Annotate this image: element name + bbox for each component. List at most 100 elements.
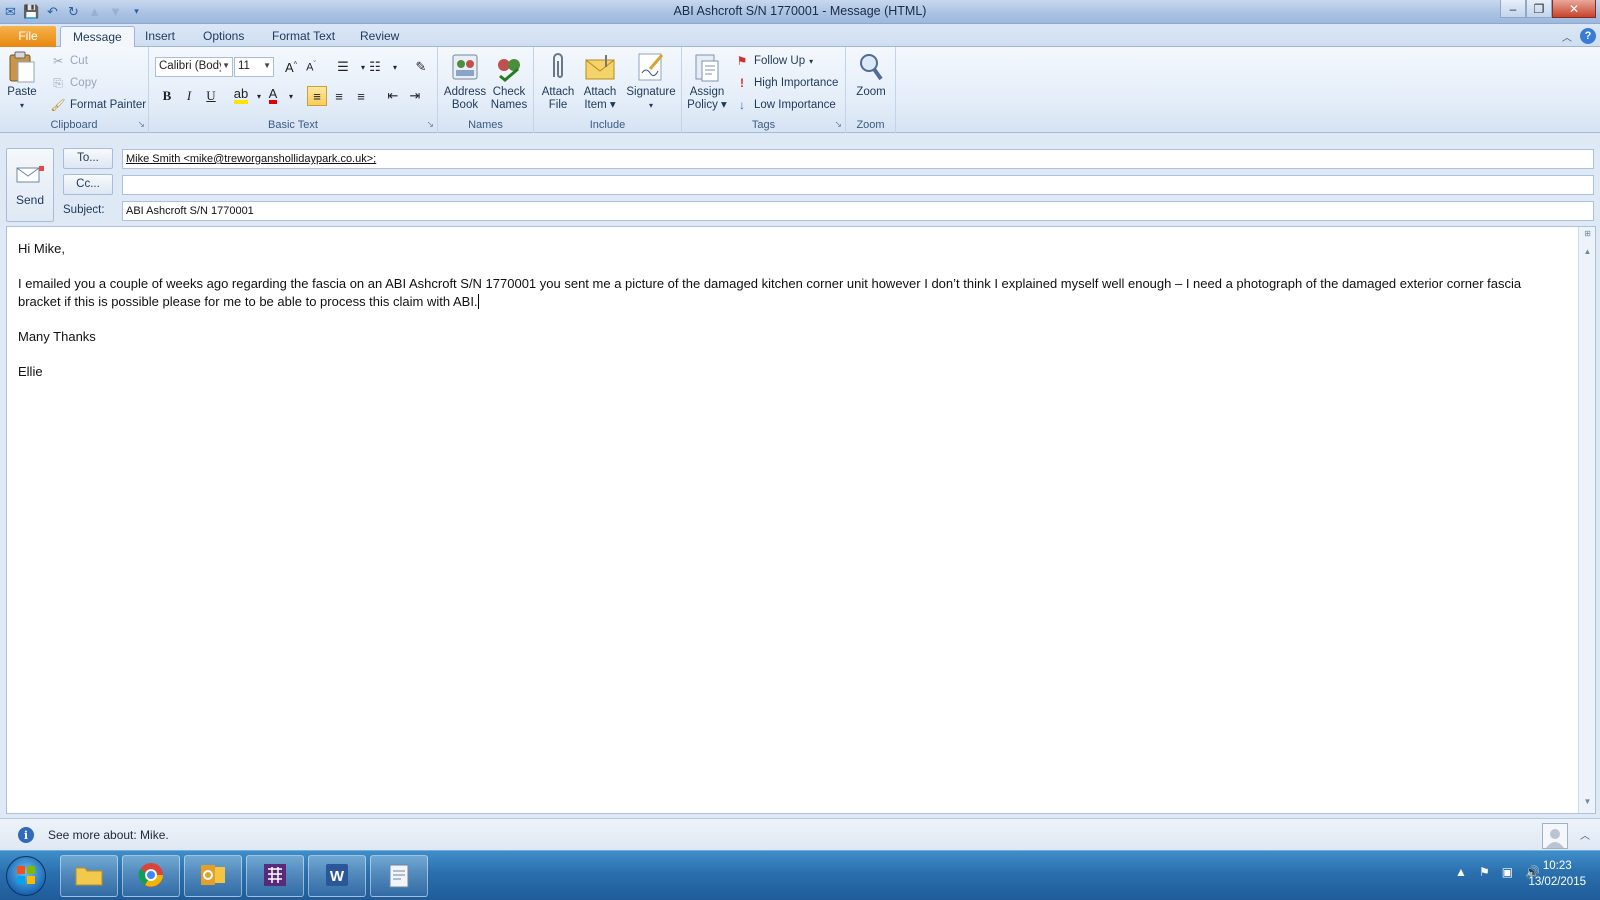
windows-logo-icon bbox=[16, 865, 36, 888]
cc-button[interactable]: Cc... bbox=[63, 174, 113, 195]
low-importance-label: Low Importance bbox=[754, 99, 836, 111]
taskbar-chrome[interactable] bbox=[122, 855, 180, 897]
copy-button[interactable]: ⎘ Copy bbox=[50, 75, 97, 91]
bold-button[interactable]: B bbox=[157, 86, 177, 106]
assign-policy-label-1: Assign bbox=[689, 86, 725, 98]
zoom-button[interactable]: Zoom bbox=[852, 51, 890, 99]
increase-indent-icon: ⇥ bbox=[409, 88, 421, 103]
check-names-button[interactable]: Check Names bbox=[488, 51, 530, 112]
tab-review[interactable]: Review bbox=[348, 26, 411, 47]
align-left-button[interactable]: ≡ bbox=[307, 86, 327, 106]
basic-text-launcher-icon[interactable]: ↘ bbox=[426, 119, 434, 130]
font-color-button[interactable]: A bbox=[263, 86, 283, 106]
document-window-icon bbox=[385, 861, 413, 892]
tab-file[interactable]: File bbox=[0, 26, 56, 47]
message-body-editor[interactable]: Hi Mike, I emailed you a couple of weeks… bbox=[6, 226, 1596, 814]
follow-up-label: Follow Up bbox=[754, 55, 806, 67]
scroll-down-icon[interactable]: ▼ bbox=[1581, 797, 1594, 811]
window-title: ABI Ashcroft S/N 1770001 - Message (HTML… bbox=[673, 4, 927, 18]
avatar[interactable] bbox=[1542, 823, 1568, 849]
ruler-toggle-icon[interactable]: ⊞ bbox=[1581, 229, 1594, 243]
clear-formatting-button[interactable]: ✎ bbox=[411, 57, 431, 77]
attach-item-button[interactable]: Attach Item ▾ bbox=[580, 51, 620, 112]
follow-up-button[interactable]: ⚑ Follow Up ▾ bbox=[734, 53, 814, 69]
minimize-button[interactable]: – bbox=[1500, 0, 1526, 18]
recipient-chip[interactable]: Mike Smith <mike@treworganshollidaypark.… bbox=[126, 153, 376, 165]
font-color-dropdown[interactable]: ▾ bbox=[281, 86, 301, 106]
dropdown-arrow-icon: ▼ bbox=[263, 61, 271, 70]
paste-button[interactable]: Paste ▾ bbox=[6, 51, 38, 112]
body-closing: Many Thanks bbox=[18, 329, 96, 344]
clipboard-launcher-icon[interactable]: ↘ bbox=[137, 119, 145, 130]
format-painter-button[interactable]: 🖌 Format Painter bbox=[50, 97, 146, 113]
grow-font-button[interactable]: A^ bbox=[281, 57, 301, 77]
highlight-button[interactable]: ab bbox=[231, 86, 251, 106]
tab-options[interactable]: Options bbox=[191, 26, 256, 47]
align-right-button[interactable]: ≡ bbox=[351, 86, 371, 106]
start-button[interactable] bbox=[6, 856, 46, 896]
tab-format-text[interactable]: Format Text bbox=[260, 26, 347, 47]
down-arrow-icon: ↓ bbox=[739, 98, 745, 112]
people-pane-text[interactable]: See more about: Mike. bbox=[48, 828, 169, 842]
increase-indent-button[interactable]: ⇥ bbox=[405, 86, 425, 106]
message-header: Send To... Cc... Subject: Mike Smith <mi… bbox=[0, 134, 1600, 224]
address-book-button[interactable]: Address Book bbox=[444, 51, 486, 112]
check-names-icon bbox=[493, 51, 525, 83]
low-importance-button[interactable]: ↓ Low Importance bbox=[734, 97, 836, 113]
taskbar-explorer[interactable] bbox=[60, 855, 118, 897]
zoom-group: Zoom Zoom bbox=[846, 47, 896, 133]
high-importance-button[interactable]: ! High Importance bbox=[734, 75, 838, 91]
grow-font-icon: A^ bbox=[285, 59, 297, 75]
attach-file-button[interactable]: Attach File bbox=[540, 51, 576, 112]
decrease-indent-button[interactable]: ⇤ bbox=[383, 86, 403, 106]
magnifier-icon bbox=[855, 51, 887, 83]
cc-field[interactable] bbox=[122, 175, 1594, 195]
people-pane: i See more about: Mike. ︿ bbox=[0, 818, 1600, 850]
clear-formatting-icon: ✎ bbox=[415, 59, 427, 74]
taskbar: W ▲ ⚑ ▣ 🔊 10:23 13/02/2015 bbox=[0, 850, 1600, 900]
network-icon[interactable]: ▣ bbox=[1502, 865, 1513, 879]
message-body-text[interactable]: Hi Mike, I emailed you a couple of weeks… bbox=[18, 240, 1565, 398]
font-name-value: Calibri (Body) bbox=[159, 60, 221, 72]
bullets-button[interactable]: ☰ bbox=[333, 57, 353, 77]
taskbar-word[interactable]: W bbox=[308, 855, 366, 897]
font-size-combo[interactable]: 11 ▼ bbox=[234, 57, 274, 77]
to-field[interactable]: Mike Smith <mike@treworganshollidaypark.… bbox=[122, 149, 1594, 169]
assign-policy-button[interactable]: Assign Policy ▾ bbox=[686, 51, 728, 112]
numbering-dropdown[interactable]: ▾ bbox=[385, 57, 405, 77]
system-clock[interactable]: 10:23 13/02/2015 bbox=[1528, 858, 1586, 890]
vertical-scrollbar[interactable]: ⊞ ▲ ▼ bbox=[1578, 227, 1595, 813]
shrink-font-button[interactable]: Aˇ bbox=[301, 57, 321, 77]
italic-button[interactable]: I bbox=[179, 86, 199, 106]
tags-launcher-icon[interactable]: ↘ bbox=[834, 119, 842, 130]
title-bar: ✉ 💾 ↶ ↻ ▲ ▼ ▾ ABI Ashcroft S/N 1770001 -… bbox=[0, 0, 1600, 24]
underline-button[interactable]: U bbox=[201, 86, 221, 106]
minimize-ribbon-icon[interactable]: ︿ bbox=[1562, 29, 1572, 44]
signature-button[interactable]: Signature ▾ bbox=[624, 51, 678, 112]
close-button[interactable]: ✕ bbox=[1552, 0, 1596, 18]
numbering-button[interactable]: ☷ bbox=[365, 57, 385, 77]
assign-policy-label-2: Policy ▾ bbox=[687, 99, 727, 111]
tab-insert[interactable]: Insert bbox=[133, 26, 187, 47]
red-flag-icon: ⚑ bbox=[736, 54, 748, 68]
taskbar-outlook[interactable] bbox=[184, 855, 242, 897]
show-hidden-icons-icon[interactable]: ▲ bbox=[1455, 865, 1467, 879]
subject-field[interactable]: ABI Ashcroft S/N 1770001 bbox=[122, 201, 1594, 221]
dropdown-arrow-icon: ▼ bbox=[222, 61, 230, 70]
send-button[interactable]: Send bbox=[6, 148, 54, 222]
cut-button[interactable]: ✂ Cut bbox=[50, 53, 88, 69]
taskbar-message-window[interactable] bbox=[370, 855, 428, 897]
scroll-up-icon[interactable]: ▲ bbox=[1581, 247, 1594, 261]
align-center-button[interactable]: ≡ bbox=[329, 86, 349, 106]
restore-button[interactable]: ❐ bbox=[1526, 0, 1552, 18]
tab-message[interactable]: Message bbox=[60, 26, 135, 48]
action-center-flag-icon[interactable]: ⚑ bbox=[1479, 865, 1490, 879]
chrome-icon bbox=[137, 861, 165, 892]
help-icon[interactable]: ? bbox=[1580, 28, 1596, 44]
taskbar-calculator-app[interactable] bbox=[246, 855, 304, 897]
body-signature: Ellie bbox=[18, 364, 43, 379]
to-button[interactable]: To... bbox=[63, 148, 113, 169]
signature-icon bbox=[635, 51, 667, 83]
font-name-combo[interactable]: Calibri (Body) ▼ bbox=[155, 57, 233, 77]
expand-people-pane-icon[interactable]: ︿ bbox=[1580, 827, 1590, 842]
